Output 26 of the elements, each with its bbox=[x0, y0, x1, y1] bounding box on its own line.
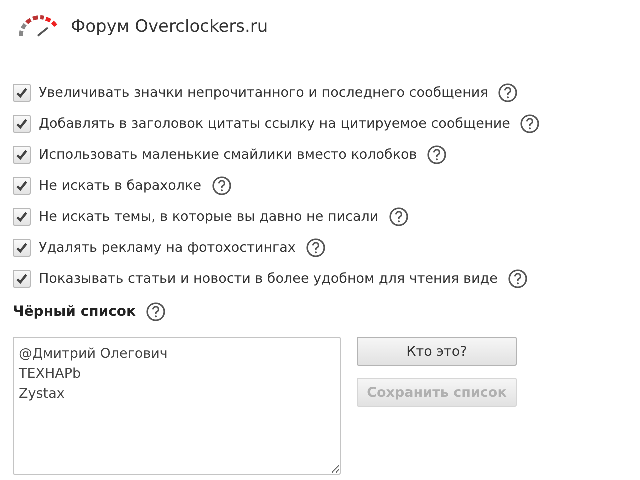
blacklist-field[interactable]: @Дмитрий Олегович ТЕХНАРb Zystax bbox=[13, 337, 341, 475]
help-icon[interactable] bbox=[427, 144, 448, 164]
help-icon[interactable] bbox=[498, 82, 518, 102]
checkbox[interactable] bbox=[13, 270, 31, 288]
help-icon[interactable] bbox=[212, 176, 232, 196]
option-label: Увеличивать значки непрочитанного и последнего сообщения bbox=[39, 84, 488, 100]
option-label: Добавлять в заголовок цитаты ссылку на цитируемое сообщение bbox=[39, 116, 510, 132]
option-label: Удалять рекламу на фотохостингах bbox=[39, 240, 296, 256]
help-icon[interactable] bbox=[146, 302, 166, 322]
help-icon[interactable] bbox=[520, 114, 540, 134]
help-icon[interactable] bbox=[508, 268, 528, 288]
help-icon[interactable] bbox=[388, 206, 409, 226]
forum-title: Форум Overclockers.ru bbox=[71, 17, 268, 37]
checkbox[interactable] bbox=[13, 114, 31, 132]
option-label: Показывать статьи и новости в более удобном для чтения виде bbox=[39, 270, 498, 286]
checkbox[interactable] bbox=[13, 176, 31, 194]
blacklist-title: Чёрный список bbox=[13, 304, 136, 320]
who-button[interactable]: Кто это? bbox=[357, 337, 517, 366]
checkbox[interactable] bbox=[13, 146, 31, 164]
option-label: Не искать темы, в которые вы давно не писали bbox=[39, 208, 379, 224]
checkbox[interactable] bbox=[13, 238, 31, 256]
help-icon[interactable] bbox=[306, 238, 326, 258]
option-label: Использовать маленькие смайлики вместо колобков bbox=[39, 146, 418, 162]
checkbox[interactable] bbox=[13, 84, 31, 102]
option-label: Не искать в барахолке bbox=[39, 178, 202, 194]
checkbox[interactable] bbox=[13, 208, 31, 226]
